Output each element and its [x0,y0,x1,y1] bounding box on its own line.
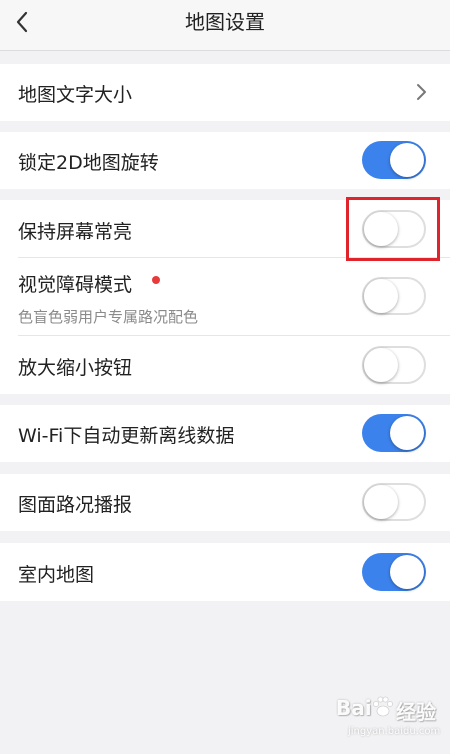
baidu-jingyan-watermark: Bai 经验 jingyan.baidu.com [336,694,446,750]
toggle-knob [390,555,424,589]
wifi-update-label: Wi-Fi下自动更新离线数据 [18,425,235,447]
paw-icon [373,696,393,717]
indoor-map-toggle[interactable] [362,553,426,591]
nav-header: 地图设置 [0,0,450,51]
watermark-url: jingyan.baidu.com [348,726,441,737]
settings-row-visual-impairment: 视觉障碍模式 色盲色弱用户专属路况配色 [0,258,450,336]
settings-group-offline: Wi-Fi下自动更新离线数据 [0,405,450,462]
toggle-knob [390,143,424,177]
toggle-knob [390,416,424,450]
annotation-highlight-box [346,197,440,261]
visual-impairment-label: 视觉障碍模式 [18,274,133,296]
indoor-map-label: 室内地图 [18,564,95,586]
chevron-right-icon [414,82,428,102]
zoom-buttons-toggle[interactable] [362,346,426,384]
settings-row-indoor-map: 室内地图 [0,543,450,601]
road-broadcast-toggle[interactable] [362,483,426,521]
settings-group-indoor: 室内地图 [0,543,450,601]
settings-row-road-broadcast: 图面路况播报 [0,474,450,531]
settings-row-wifi-update: Wi-Fi下自动更新离线数据 [0,405,450,462]
font-size-label: 地图文字大小 [18,84,133,106]
visual-impairment-toggle[interactable] [362,277,426,315]
wifi-update-toggle[interactable] [362,414,426,452]
settings-group-rotation: 锁定2D地图旋转 [0,132,450,189]
toggle-knob [364,348,398,382]
lock-rotation-label: 锁定2D地图旋转 [18,152,159,174]
settings-row-font-size[interactable]: 地图文字大小 [0,64,450,121]
toggle-knob [364,279,398,313]
lock-rotation-toggle[interactable] [362,141,426,179]
watermark-text-cn: 经验 [396,700,436,724]
settings-row-lock-rotation: 锁定2D地图旋转 [0,132,450,189]
settings-group-font: 地图文字大小 [0,64,450,121]
new-badge-dot [152,276,160,284]
toggle-knob [364,485,398,519]
road-broadcast-label: 图面路况播报 [18,494,133,516]
settings-row-zoom-buttons: 放大缩小按钮 [0,336,450,394]
settings-group-broadcast: 图面路况播报 [0,474,450,531]
visual-impairment-description: 色盲色弱用户专属路况配色 [18,308,199,326]
zoom-buttons-label: 放大缩小按钮 [18,357,133,379]
page-title: 地图设置 [185,10,265,34]
watermark-text: Bai [336,696,372,720]
keep-screen-on-label: 保持屏幕常亮 [18,221,133,243]
